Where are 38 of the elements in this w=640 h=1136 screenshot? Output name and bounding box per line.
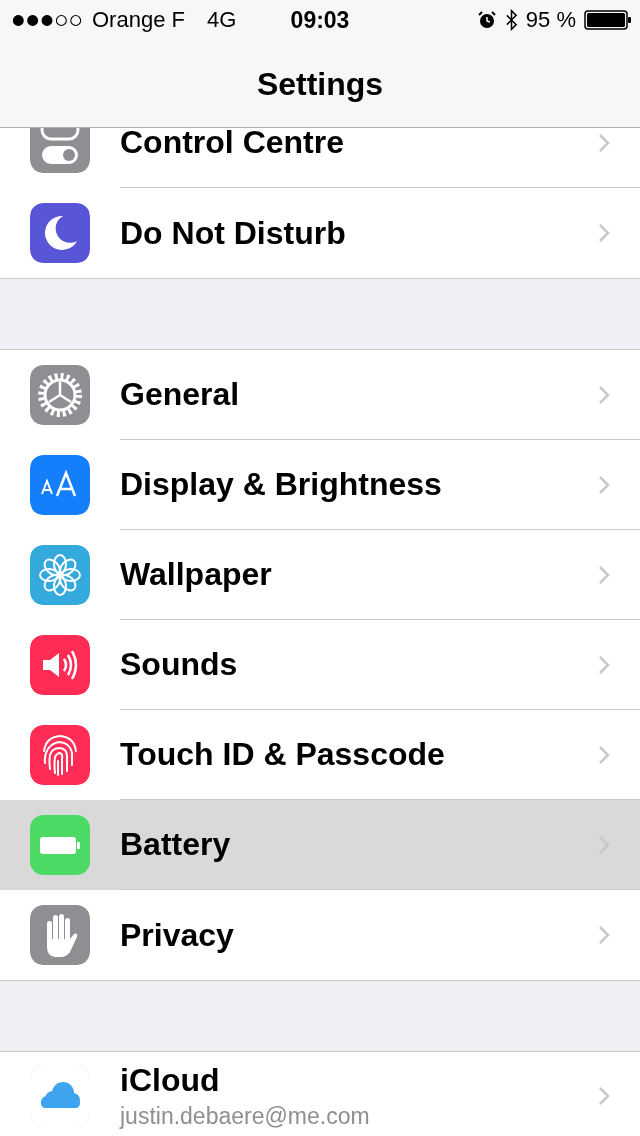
chevron-icon bbox=[598, 654, 610, 675]
chevron-icon bbox=[598, 564, 610, 585]
settings-row[interactable]: Battery bbox=[0, 800, 640, 890]
text-size-icon bbox=[30, 455, 90, 515]
row-label: Display & Brightness bbox=[120, 466, 442, 503]
battery-percentage: 95 % bbox=[525, 7, 576, 33]
status-time: 09:03 bbox=[290, 6, 350, 34]
row-label: General bbox=[120, 376, 240, 413]
gear-icon bbox=[30, 365, 90, 425]
row-label: Sounds bbox=[120, 646, 238, 683]
page-title: Settings bbox=[256, 65, 384, 103]
row-subtitle: justin.debaere@me.com bbox=[120, 1102, 370, 1130]
speaker-icon bbox=[30, 635, 90, 695]
bluetooth-icon bbox=[504, 8, 518, 32]
row-label: Do Not Disturb bbox=[120, 214, 346, 252]
fingerprint-icon bbox=[30, 725, 90, 785]
row-label: Battery bbox=[120, 826, 231, 863]
row-label: Privacy bbox=[120, 916, 234, 954]
chevron-icon bbox=[598, 1085, 610, 1106]
row-label: iCloud bbox=[120, 1061, 221, 1099]
network-type: 4G bbox=[206, 7, 237, 33]
row-label: Wallpaper bbox=[120, 556, 272, 593]
chevron-icon bbox=[598, 474, 610, 495]
chevron-icon bbox=[598, 744, 610, 765]
chevron-icon bbox=[598, 223, 610, 243]
hand-icon bbox=[30, 905, 90, 965]
chevron-icon bbox=[598, 925, 610, 945]
row-label: Control Centre bbox=[120, 128, 344, 161]
moon-icon bbox=[30, 203, 90, 263]
battery-icon bbox=[30, 815, 90, 875]
chevron-icon bbox=[598, 132, 610, 153]
row-label: Touch ID & Passcode bbox=[120, 736, 445, 773]
chevron-icon bbox=[598, 384, 610, 405]
battery-icon bbox=[584, 10, 632, 30]
alarm-clock-icon bbox=[476, 10, 497, 30]
carrier-name: Orange F bbox=[92, 7, 185, 33]
flower-icon bbox=[30, 545, 90, 605]
signal-strength-icon bbox=[12, 13, 82, 27]
